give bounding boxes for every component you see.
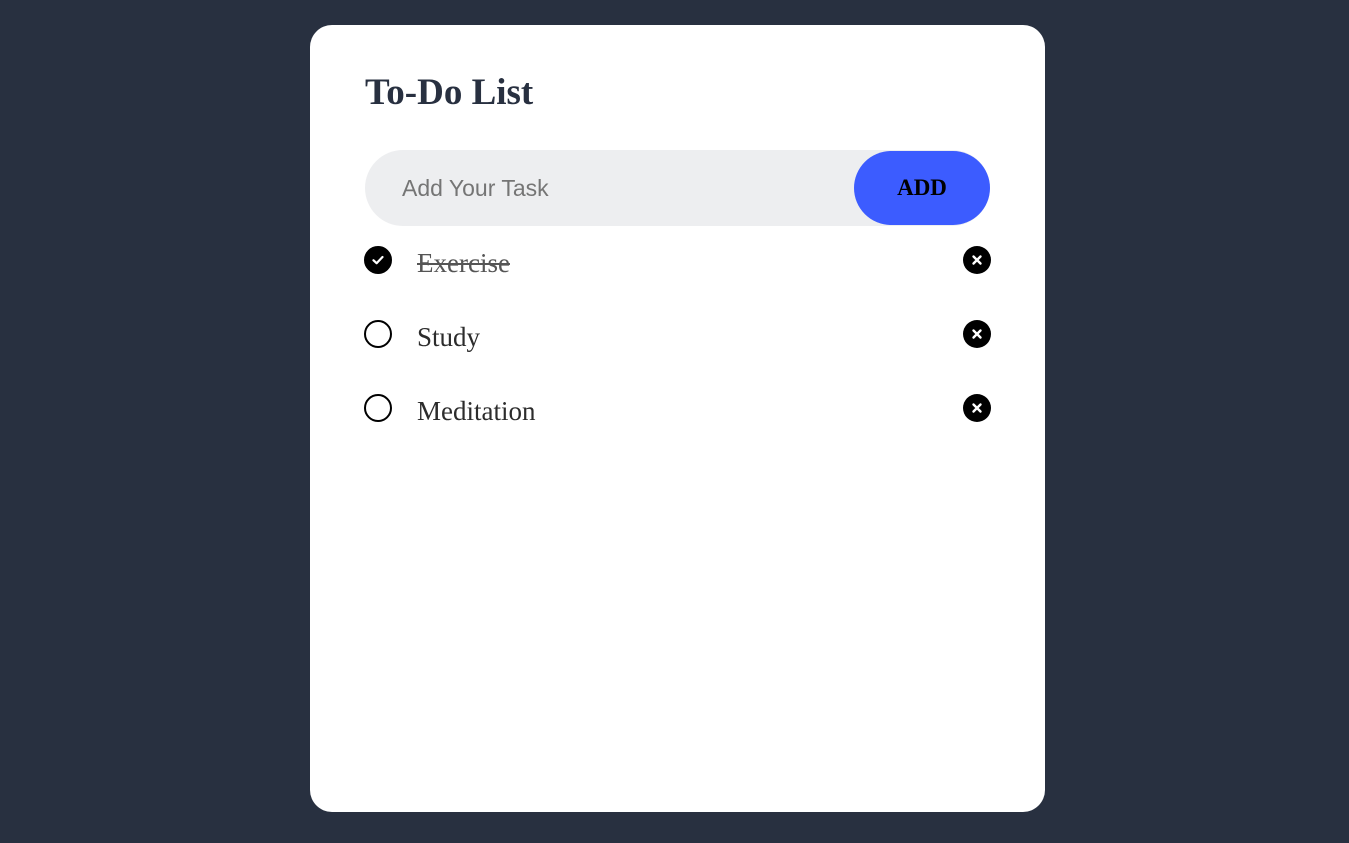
- task-item[interactable]: Meditation: [364, 393, 991, 467]
- close-circle-icon[interactable]: [963, 246, 991, 274]
- close-circle-icon[interactable]: [963, 320, 991, 348]
- close-circle-icon[interactable]: [963, 394, 991, 422]
- add-button[interactable]: ADD: [854, 151, 990, 225]
- empty-circle-icon[interactable]: [364, 320, 392, 348]
- task-input[interactable]: [402, 150, 842, 226]
- todo-card: To-Do List ADD Exercise Study Meditation: [310, 25, 1045, 812]
- task-input-row: ADD: [365, 150, 990, 226]
- task-item[interactable]: Exercise: [364, 245, 991, 319]
- empty-circle-icon[interactable]: [364, 394, 392, 422]
- task-list: Exercise Study Meditation: [364, 245, 991, 467]
- task-label[interactable]: Exercise: [417, 245, 510, 281]
- task-label[interactable]: Study: [417, 319, 480, 355]
- check-circle-icon[interactable]: [364, 246, 392, 274]
- page-title: To-Do List: [365, 72, 534, 113]
- task-label[interactable]: Meditation: [417, 393, 535, 429]
- task-item[interactable]: Study: [364, 319, 991, 393]
